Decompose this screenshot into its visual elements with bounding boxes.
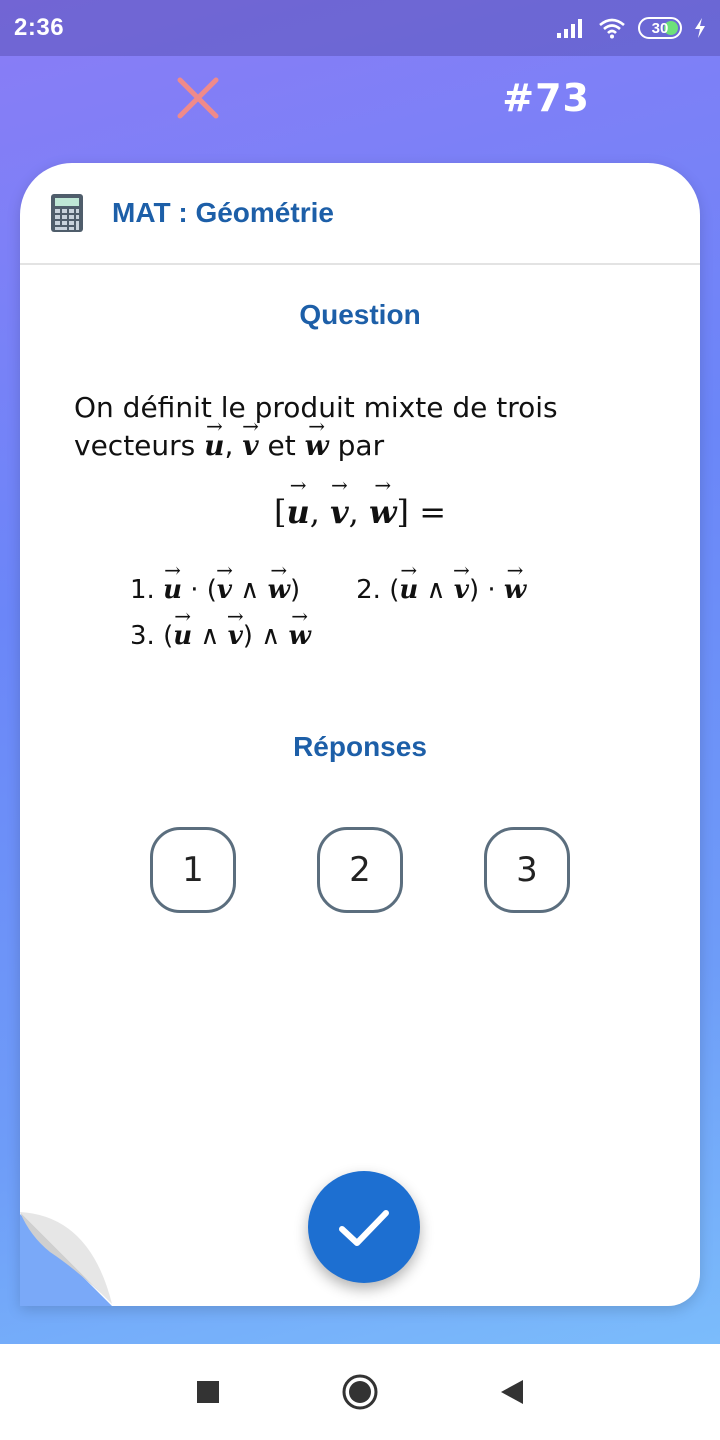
question-line-2: vecteurs u, v et w par bbox=[74, 427, 654, 465]
recent-apps-icon bbox=[197, 1381, 219, 1403]
back-button[interactable] bbox=[492, 1372, 532, 1412]
subject-title: MAT : Géométrie bbox=[112, 197, 334, 228]
question-text: On définit le produit mixte de trois vec… bbox=[74, 389, 654, 465]
status-time: 2:36 bbox=[14, 14, 65, 41]
recent-apps-button[interactable] bbox=[188, 1372, 228, 1412]
close-button[interactable] bbox=[172, 72, 224, 124]
question-line-2-prefix: vecteurs bbox=[74, 429, 196, 462]
home-button[interactable] bbox=[340, 1372, 380, 1412]
charging-icon bbox=[695, 18, 705, 38]
formula-option-3: 3. (u ∧ v) ∧ w bbox=[130, 613, 311, 659]
answer-buttons: 1 2 3 bbox=[150, 827, 570, 913]
battery-level: 30 bbox=[651, 19, 669, 37]
answer-button-3[interactable]: 3 bbox=[484, 827, 570, 913]
status-icons: 30 bbox=[556, 17, 706, 39]
home-icon bbox=[342, 1374, 378, 1410]
question-heading: Question bbox=[299, 299, 421, 330]
question-card: MAT : Géométrie Question On définit le p… bbox=[20, 163, 700, 1306]
back-icon bbox=[501, 1380, 523, 1404]
answer-button-1[interactable]: 1 bbox=[150, 827, 236, 913]
page-curl-icon bbox=[20, 1212, 112, 1304]
calculator-icon bbox=[51, 194, 83, 232]
answers-heading: Réponses bbox=[293, 731, 427, 762]
card-number: #73 bbox=[502, 76, 590, 120]
formula-option-2: 2. (u ∧ v) · w bbox=[356, 567, 526, 613]
close-icon bbox=[177, 77, 219, 119]
answer-button-2[interactable]: 2 bbox=[317, 827, 403, 913]
system-nav-bar bbox=[0, 1344, 720, 1440]
wifi-icon bbox=[599, 18, 625, 39]
question-line-2-suffix: par bbox=[337, 429, 385, 462]
checkmark-icon bbox=[339, 1210, 389, 1246]
confirm-button[interactable] bbox=[308, 1171, 420, 1283]
card-header: MAT : Géométrie bbox=[20, 163, 700, 265]
mixed-product-formula: [u, v, w] = bbox=[20, 493, 700, 531]
formula-option-1: 1. u · (v ∧ w) bbox=[130, 567, 300, 613]
status-bar: 2:36 30 bbox=[0, 0, 720, 56]
signal-icon bbox=[557, 19, 582, 38]
formula-options: 1. u · (v ∧ w) 2. (u ∧ v) · w 3. (u ∧ v)… bbox=[130, 567, 610, 659]
question-line-1: On définit le produit mixte de trois bbox=[74, 391, 558, 424]
battery-icon: 30 bbox=[638, 17, 682, 39]
